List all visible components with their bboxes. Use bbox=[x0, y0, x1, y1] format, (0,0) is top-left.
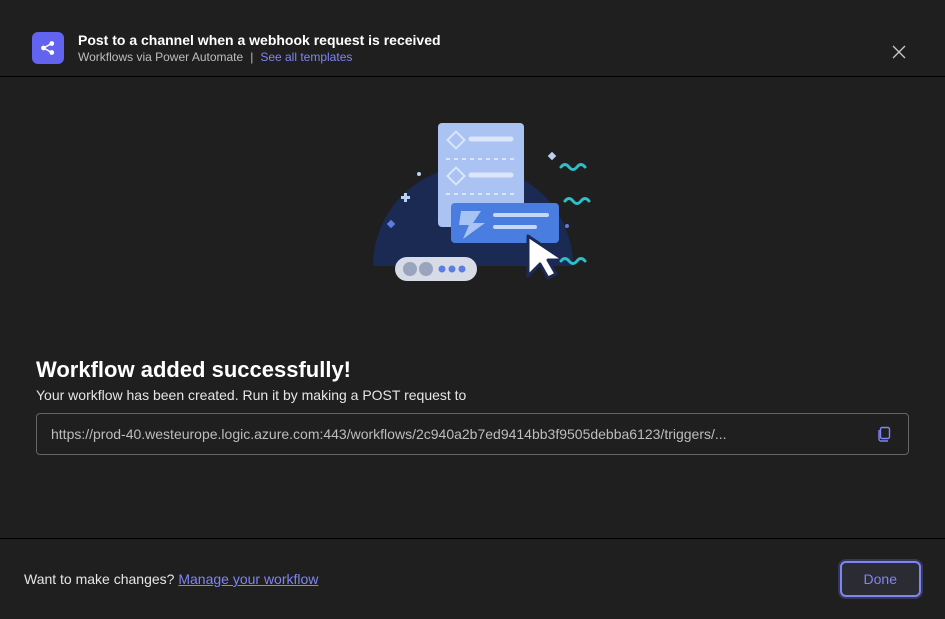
subtitle-divider: | bbox=[250, 50, 253, 64]
workflow-app-icon bbox=[32, 32, 64, 64]
illustration-container bbox=[36, 111, 909, 301]
dialog-footer: Want to make changes? Manage your workfl… bbox=[0, 538, 945, 619]
close-button[interactable] bbox=[885, 38, 913, 66]
done-button[interactable]: Done bbox=[840, 561, 921, 597]
dialog-title: Post to a channel when a webhook request… bbox=[78, 32, 441, 48]
dialog-subtitle: Workflows via Power Automate bbox=[78, 50, 243, 64]
close-icon bbox=[892, 45, 906, 59]
manage-workflow-link[interactable]: Manage your workflow bbox=[178, 571, 318, 587]
dialog-header: Post to a channel when a webhook request… bbox=[0, 0, 945, 76]
header-text-block: Post to a channel when a webhook request… bbox=[78, 32, 441, 64]
dialog-body: Workflow added successfully! Your workfl… bbox=[0, 77, 945, 538]
success-illustration bbox=[343, 111, 603, 301]
success-subtext: Your workflow has been created. Run it b… bbox=[36, 387, 909, 403]
copy-url-button[interactable] bbox=[870, 420, 898, 448]
footer-prompt: Want to make changes? Manage your workfl… bbox=[24, 571, 318, 587]
success-heading: Workflow added successfully! bbox=[36, 357, 909, 383]
changes-prompt-text: Want to make changes? bbox=[24, 571, 174, 587]
webhook-url-box: https://prod-40.westeurope.logic.azure.c… bbox=[36, 413, 909, 455]
see-all-templates-link[interactable]: See all templates bbox=[260, 50, 352, 64]
dialog-subtitle-row: Workflows via Power Automate | See all t… bbox=[78, 50, 441, 64]
webhook-url-text[interactable]: https://prod-40.westeurope.logic.azure.c… bbox=[51, 426, 860, 442]
copy-icon bbox=[876, 426, 892, 442]
share-nodes-icon bbox=[39, 39, 57, 57]
